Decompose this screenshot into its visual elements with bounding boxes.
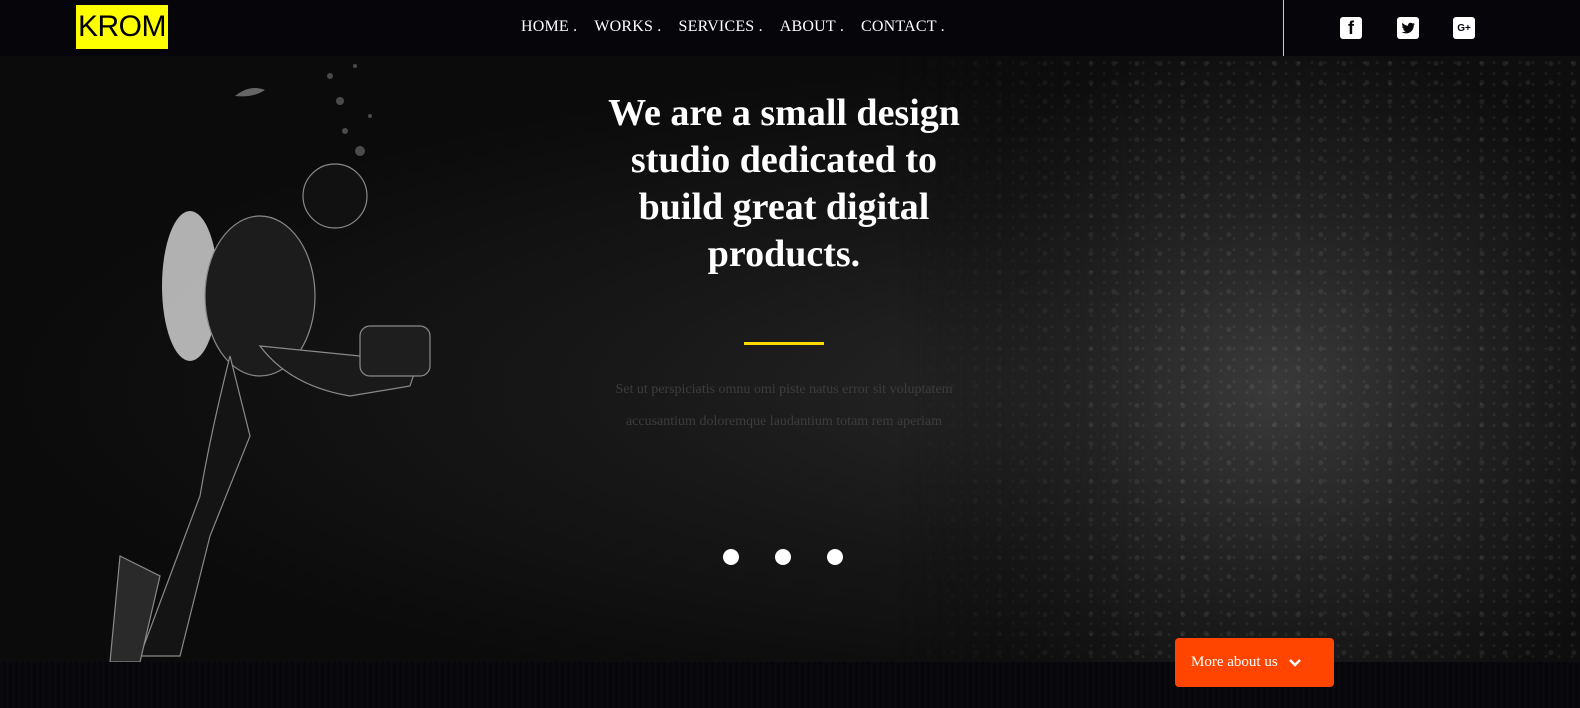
logo[interactable]: KROM [76, 5, 168, 49]
hero-slider: We are a small design studio dedicated t… [0, 56, 1580, 662]
nav-services[interactable]: SERVICES . [679, 18, 763, 36]
nav-contact[interactable]: CONTACT . [861, 18, 945, 36]
top-bar: KROM HOME . WORKS . SERVICES . ABOUT . C… [0, 0, 1580, 56]
more-about-us-label: More about us [1191, 654, 1278, 670]
nav-home[interactable]: HOME . [521, 18, 577, 36]
hero-headline: We are a small design studio dedicated t… [608, 92, 960, 275]
chevron-down-icon [1288, 658, 1301, 667]
twitter-icon[interactable] [1397, 17, 1419, 39]
rock-background-image [900, 56, 1580, 662]
next-section-edge [0, 662, 1580, 708]
slider-dot-2[interactable] [775, 549, 791, 565]
googleplus-icon[interactable]: G+ [1453, 17, 1475, 39]
hero-subtext: Set ut perspiciatis omnu omi piste natus… [615, 382, 953, 429]
diver-image [109, 64, 431, 662]
main-nav: HOME . WORKS . SERVICES . ABOUT . CONTAC… [521, 18, 945, 36]
more-about-us-button[interactable]: More about us [1175, 638, 1334, 687]
slider-dot-1[interactable] [723, 549, 739, 565]
facebook-icon[interactable]: f [1340, 17, 1362, 39]
headline-underline [744, 342, 824, 345]
slider-dot-3[interactable] [827, 549, 843, 565]
header-divider [1283, 0, 1284, 56]
nav-about[interactable]: ABOUT . [780, 18, 844, 36]
nav-works[interactable]: WORKS . [594, 18, 661, 36]
